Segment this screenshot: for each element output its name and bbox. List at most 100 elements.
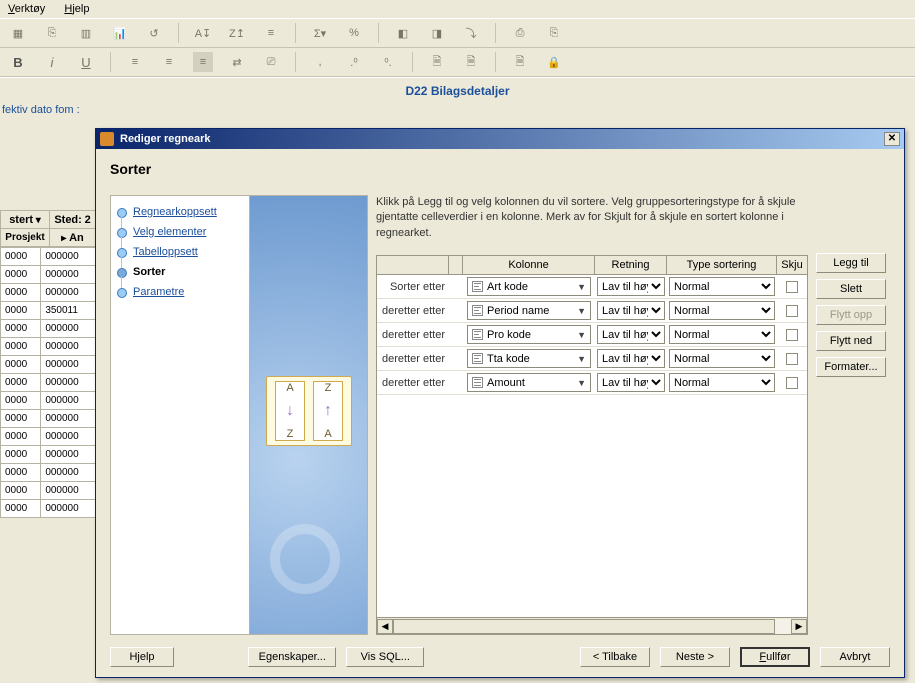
toolbar-icon[interactable]: ⎙ <box>510 23 530 43</box>
table-cell[interactable]: 0000 <box>1 356 41 374</box>
close-icon[interactable]: ✕ <box>884 132 900 146</box>
italic-icon[interactable]: i <box>42 52 62 72</box>
wizard-step-link[interactable]: Parametre <box>133 286 184 298</box>
wizard-step[interactable]: Tabelloppsett <box>115 242 245 262</box>
add-button[interactable]: Legg til <box>816 253 886 273</box>
sort-type-select[interactable]: Normal <box>669 301 775 320</box>
toolbar-icon[interactable]: 🗎 <box>461 52 481 72</box>
wizard-step-link[interactable]: Tabelloppsett <box>133 246 198 258</box>
toolbar-icon[interactable]: , <box>310 52 330 72</box>
underline-icon[interactable]: U <box>76 52 96 72</box>
table-cell[interactable]: 000000 <box>41 392 96 410</box>
toolbar-icon[interactable]: ⎘ <box>544 23 564 43</box>
toolbar-icon[interactable]: ▦ <box>8 23 28 43</box>
table-cell[interactable]: 000000 <box>41 500 96 518</box>
align-center-icon[interactable]: ≡ <box>159 52 179 72</box>
table-cell[interactable]: 000000 <box>41 266 96 284</box>
cancel-button[interactable]: Avbryt <box>820 647 890 667</box>
move-down-button[interactable]: Flytt ned <box>816 331 886 351</box>
table-cell[interactable]: 000000 <box>41 410 96 428</box>
hidden-checkbox[interactable] <box>786 329 798 341</box>
table-cell[interactable]: 0000 <box>1 392 41 410</box>
properties-button[interactable]: Egenskaper... <box>248 647 336 667</box>
table-cell[interactable]: 0000 <box>1 410 41 428</box>
next-button[interactable]: Neste > <box>660 647 730 667</box>
align-left-icon[interactable]: ≡ <box>125 52 145 72</box>
toolbar-icon[interactable]: 🔒 <box>544 52 564 72</box>
col-header-type[interactable]: Type sortering <box>667 256 777 274</box>
toolbar-icon[interactable]: ⎚ <box>261 52 281 72</box>
col-header-retning[interactable]: Retning <box>595 256 667 274</box>
table-cell[interactable]: 0000 <box>1 302 41 320</box>
table-cell[interactable]: 0000 <box>1 266 41 284</box>
show-sql-button[interactable]: Vis SQL... <box>346 647 424 667</box>
toolbar-icon[interactable]: .⁰ <box>344 52 364 72</box>
table-cell[interactable]: 0000 <box>1 248 41 266</box>
hidden-checkbox[interactable] <box>786 377 798 389</box>
direction-select[interactable]: Lav til høy <box>597 349 665 368</box>
table-cell[interactable]: 000000 <box>41 446 96 464</box>
menu-tools[interactable]: VVerktøyerktøy <box>8 3 45 15</box>
table-cell[interactable]: 000000 <box>41 374 96 392</box>
wizard-step[interactable]: Regnearkoppsett <box>115 202 245 222</box>
direction-select[interactable]: Lav til høy <box>597 301 665 320</box>
table-cell[interactable]: 350011 <box>41 302 96 320</box>
table-cell[interactable]: 0000 <box>1 374 41 392</box>
sigma-icon[interactable]: Σ▾ <box>310 23 330 43</box>
menu-help[interactable]: Hjelp <box>64 3 89 15</box>
scroll-left-icon[interactable]: ◀ <box>377 619 393 634</box>
sort-asc-icon[interactable]: A↧ <box>193 23 213 43</box>
horizontal-scrollbar[interactable]: ◀ ▶ <box>376 618 808 635</box>
table-cell[interactable]: 000000 <box>41 248 96 266</box>
toolbar-icon[interactable]: ◨ <box>427 23 447 43</box>
help-button[interactable]: Hjelp <box>110 647 174 667</box>
table-cell[interactable]: 0000 <box>1 500 41 518</box>
column-select[interactable]: Pro kode ▼ <box>467 325 591 344</box>
direction-select[interactable]: Lav til høy <box>597 325 665 344</box>
direction-select[interactable]: Lav til høy <box>597 277 665 296</box>
toolbar-icon[interactable]: ◧ <box>393 23 413 43</box>
hidden-checkbox[interactable] <box>786 305 798 317</box>
hidden-checkbox[interactable] <box>786 353 798 365</box>
toolbar-icon[interactable]: ↺ <box>144 23 164 43</box>
toolbar-icon[interactable]: ⎘ <box>42 23 62 43</box>
column-select[interactable]: Art kode ▼ <box>467 277 591 296</box>
table-cell[interactable]: 0000 <box>1 320 41 338</box>
wizard-step[interactable]: Sorter <box>115 262 245 282</box>
table-cell[interactable]: 000000 <box>41 356 96 374</box>
wizard-step[interactable]: Velg elementer <box>115 222 245 242</box>
col-header[interactable]: stert ▾ <box>1 211 50 229</box>
table-cell[interactable]: 000000 <box>41 338 96 356</box>
direction-select[interactable]: Lav til høy <box>597 373 665 392</box>
table-cell[interactable]: 000000 <box>41 482 96 500</box>
col-header[interactable]: Sted: 2 <box>50 211 96 229</box>
wizard-step-link[interactable]: Velg elementer <box>133 226 206 238</box>
sort-type-select[interactable]: Normal <box>669 325 775 344</box>
wizard-step-link[interactable]: Sorter <box>133 266 165 278</box>
table-cell[interactable]: 0000 <box>1 482 41 500</box>
table-cell[interactable]: 0000 <box>1 284 41 302</box>
toolbar-icon[interactable]: 🗎 <box>510 52 530 72</box>
toolbar-icon[interactable]: % <box>344 23 364 43</box>
toolbar-icon[interactable]: ⤵ <box>461 23 481 43</box>
toolbar-icon[interactable]: 🗎 <box>427 52 447 72</box>
sort-type-select[interactable]: Normal <box>669 277 775 296</box>
sort-desc-icon[interactable]: Z↥ <box>227 23 247 43</box>
hidden-checkbox[interactable] <box>786 281 798 293</box>
toolbar-icon[interactable]: 📊 <box>110 23 130 43</box>
delete-button[interactable]: Slett <box>816 279 886 299</box>
format-button[interactable]: Formater... <box>816 357 886 377</box>
toolbar-icon[interactable]: ⁰. <box>378 52 398 72</box>
dialog-titlebar[interactable]: Rediger regneark ✕ <box>96 129 904 149</box>
col-header[interactable]: Prosjekt <box>1 229 50 247</box>
back-button[interactable]: < Tilbake <box>580 647 650 667</box>
align-right-icon[interactable]: ≡ <box>193 52 213 72</box>
sort-type-select[interactable]: Normal <box>669 349 775 368</box>
wizard-step-link[interactable]: Regnearkoppsett <box>133 206 217 218</box>
table-cell[interactable]: 000000 <box>41 428 96 446</box>
table-cell[interactable]: 0000 <box>1 464 41 482</box>
column-select[interactable]: Period name ▼ <box>467 301 591 320</box>
toolbar-icon[interactable]: ▥ <box>76 23 96 43</box>
table-cell[interactable]: 0000 <box>1 446 41 464</box>
bold-icon[interactable]: B <box>8 52 28 72</box>
